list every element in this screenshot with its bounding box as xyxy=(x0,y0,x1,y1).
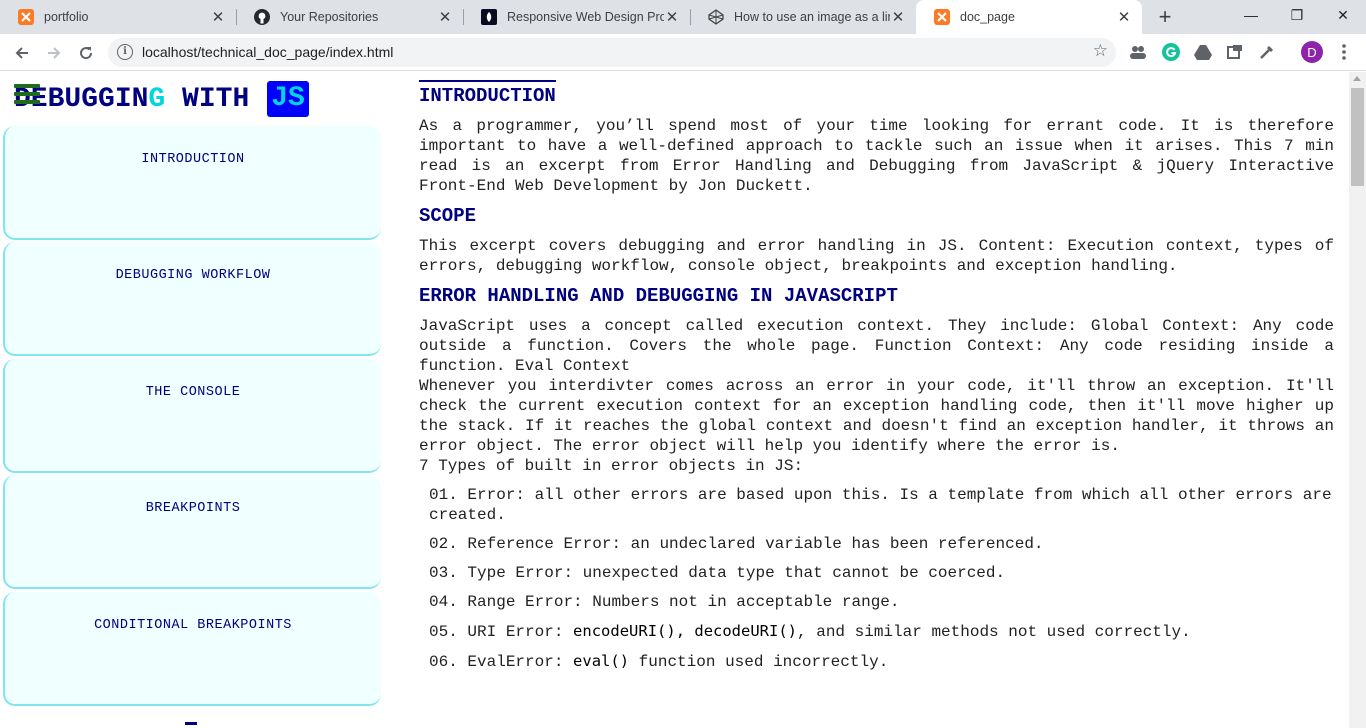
list-item: 03. Type Error: unexpected data type tha… xyxy=(429,563,1334,583)
tab-responsive-web-design[interactable]: Responsive Web Design Projec ✕ xyxy=(463,0,690,34)
close-tab-icon[interactable]: ✕ xyxy=(210,8,226,26)
scrollbar-thumb[interactable] xyxy=(1351,88,1364,186)
tab-title: Responsive Web Design Projec xyxy=(507,10,664,24)
nav-item-label: DEBUGGING WORKFLOW xyxy=(115,268,271,283)
extension-people-icon[interactable] xyxy=(1128,42,1148,62)
nav-item-breakpoints[interactable]: BREAKPOINTS xyxy=(3,475,381,589)
reload-icon xyxy=(80,47,93,60)
inline-code: encodeURI(), decodeURI() xyxy=(573,622,798,640)
codepen-icon xyxy=(708,9,724,25)
github-icon xyxy=(254,9,270,25)
main-content: INTRODUCTION As a programmer, you’ll spe… xyxy=(419,80,1334,681)
close-tab-icon[interactable]: ✕ xyxy=(437,8,453,26)
scope-text: This excerpt covers debugging and error … xyxy=(419,237,1334,275)
list-item-text: Type Error: unexpected data type that ca… xyxy=(467,564,1006,582)
info-icon[interactable]: i xyxy=(117,44,133,60)
nav-overflow-indicator xyxy=(185,722,197,725)
nav-item-label: THE CONSOLE xyxy=(145,385,241,400)
nav-item-debugging-workflow[interactable]: DEBUGGING WORKFLOW xyxy=(3,242,381,356)
freecodecamp-icon xyxy=(481,9,497,25)
nav-item-introduction[interactable]: INTRODUCTION xyxy=(3,126,381,240)
list-item-text: Reference Error: an undeclared variable … xyxy=(467,535,1044,553)
list-item-text: function used incorrectly. xyxy=(629,653,889,671)
forward-arrow-icon xyxy=(48,47,61,59)
tab-title: doc_page xyxy=(960,10,1015,24)
list-item-text: , and similar methods not used correctly… xyxy=(797,623,1191,641)
menu-kebab-icon[interactable] xyxy=(1334,42,1354,62)
tab-image-as-link[interactable]: How to use an image as a link ✕ xyxy=(690,0,916,34)
close-window-button[interactable]: ✕ xyxy=(1320,0,1366,30)
tab-strip: portfolio ✕ Your Repositories ✕ Responsi… xyxy=(0,0,1366,34)
list-item-number: 05. xyxy=(429,623,458,641)
logo-text-part2: G xyxy=(148,83,166,115)
list-item: 01. Error: all other errors are based up… xyxy=(429,485,1334,525)
list-item-number: 06. xyxy=(429,653,458,671)
address-bar[interactable]: i localhost/technical_doc_page/index.htm… xyxy=(108,38,1116,67)
tab-doc-page[interactable]: doc_page ✕ xyxy=(916,0,1142,34)
tab-title: How to use an image as a link xyxy=(734,10,890,24)
error-types-intro: 7 Types of built in error objects in JS: xyxy=(419,457,804,475)
heading-scope: SCOPE xyxy=(419,205,477,227)
site-logo: DEBUGGIN G WITH JS xyxy=(14,80,309,118)
reload-button[interactable] xyxy=(72,39,100,67)
forward-button[interactable] xyxy=(40,39,68,67)
xampp-icon xyxy=(934,9,950,25)
new-tab-button[interactable]: + xyxy=(1152,3,1178,31)
heading-introduction: INTRODUCTION xyxy=(419,80,556,108)
list-item: 06. EvalError: eval() function used inco… xyxy=(429,651,1334,672)
nav-item-label: INTRODUCTION xyxy=(141,152,245,167)
nav-item-label: BREAKPOINTS xyxy=(145,501,241,516)
heading-error-handling: ERROR HANDLING AND DEBUGGING IN JAVASCRI… xyxy=(419,285,898,307)
xampp-icon xyxy=(18,9,34,25)
nav-item-label: CONDITIONAL BREAKPOINTS xyxy=(94,618,292,633)
list-item: 05. URI Error: encodeURI(), decodeURI(),… xyxy=(429,621,1334,642)
list-item-text: Error: all other errors are based upon t… xyxy=(429,486,1332,524)
close-tab-icon[interactable]: ✕ xyxy=(664,8,680,26)
list-item-text: EvalError: xyxy=(467,653,574,671)
grammarly-icon[interactable] xyxy=(1161,42,1181,62)
profile-avatar[interactable]: D xyxy=(1301,41,1323,63)
hamburger-menu-icon[interactable] xyxy=(14,84,40,106)
page-scrollbar[interactable] xyxy=(1349,72,1366,728)
list-item-text: URI Error: xyxy=(467,623,574,641)
logo-text-part3: WITH xyxy=(165,83,250,115)
nav-item-the-console[interactable]: THE CONSOLE xyxy=(3,359,381,473)
page-viewport: DEBUGGIN G WITH JS INTRODUCTION DEBUGGING… xyxy=(0,72,1366,728)
tab-title: Your Repositories xyxy=(280,10,379,24)
execution-context-text: JavaScript uses a concept called executi… xyxy=(419,317,1334,375)
extension-flag-icon[interactable] xyxy=(1225,42,1245,62)
list-item-text: Range Error: Numbers not in acceptable r… xyxy=(467,593,900,611)
tab-your-repositories[interactable]: Your Repositories ✕ xyxy=(236,0,463,34)
nav-item-conditional-breakpoints[interactable]: CONDITIONAL BREAKPOINTS xyxy=(3,592,381,706)
inline-code: eval() xyxy=(573,652,630,670)
tab-portfolio[interactable]: portfolio ✕ xyxy=(0,0,236,34)
browser-toolbar: i localhost/technical_doc_page/index.htm… xyxy=(0,34,1366,71)
scroll-up-arrow-icon[interactable] xyxy=(1353,76,1361,81)
back-arrow-icon xyxy=(15,47,28,59)
list-item-number: 01. xyxy=(429,486,458,504)
error-types-list: 01. Error: all other errors are based up… xyxy=(429,485,1334,672)
list-item-number: 02. xyxy=(429,535,458,553)
close-tab-icon[interactable]: ✕ xyxy=(1116,8,1132,26)
bookmark-star-icon[interactable]: ☆ xyxy=(1093,41,1108,61)
js-badge: JS xyxy=(267,81,309,117)
tab-title: portfolio xyxy=(44,10,89,24)
list-item: 04. Range Error: Numbers not in acceptab… xyxy=(429,592,1334,612)
introduction-text: As a programmer, you’ll spend most of yo… xyxy=(419,117,1334,195)
address-url[interactable]: localhost/technical_doc_page/index.html xyxy=(142,44,393,60)
minimize-button[interactable]: — xyxy=(1228,0,1274,30)
google-drive-icon[interactable] xyxy=(1193,42,1213,62)
back-button[interactable] xyxy=(8,39,36,67)
close-tab-icon[interactable]: ✕ xyxy=(890,8,906,26)
list-item: 02. Reference Error: an undeclared varia… xyxy=(429,534,1334,554)
color-picker-icon[interactable] xyxy=(1257,42,1277,62)
list-item-number: 03. xyxy=(429,564,458,582)
exception-text: Whenever you interdivter comes across an… xyxy=(419,377,1334,455)
list-item-number: 04. xyxy=(429,593,458,611)
maximize-button[interactable]: ❐ xyxy=(1274,0,1320,30)
